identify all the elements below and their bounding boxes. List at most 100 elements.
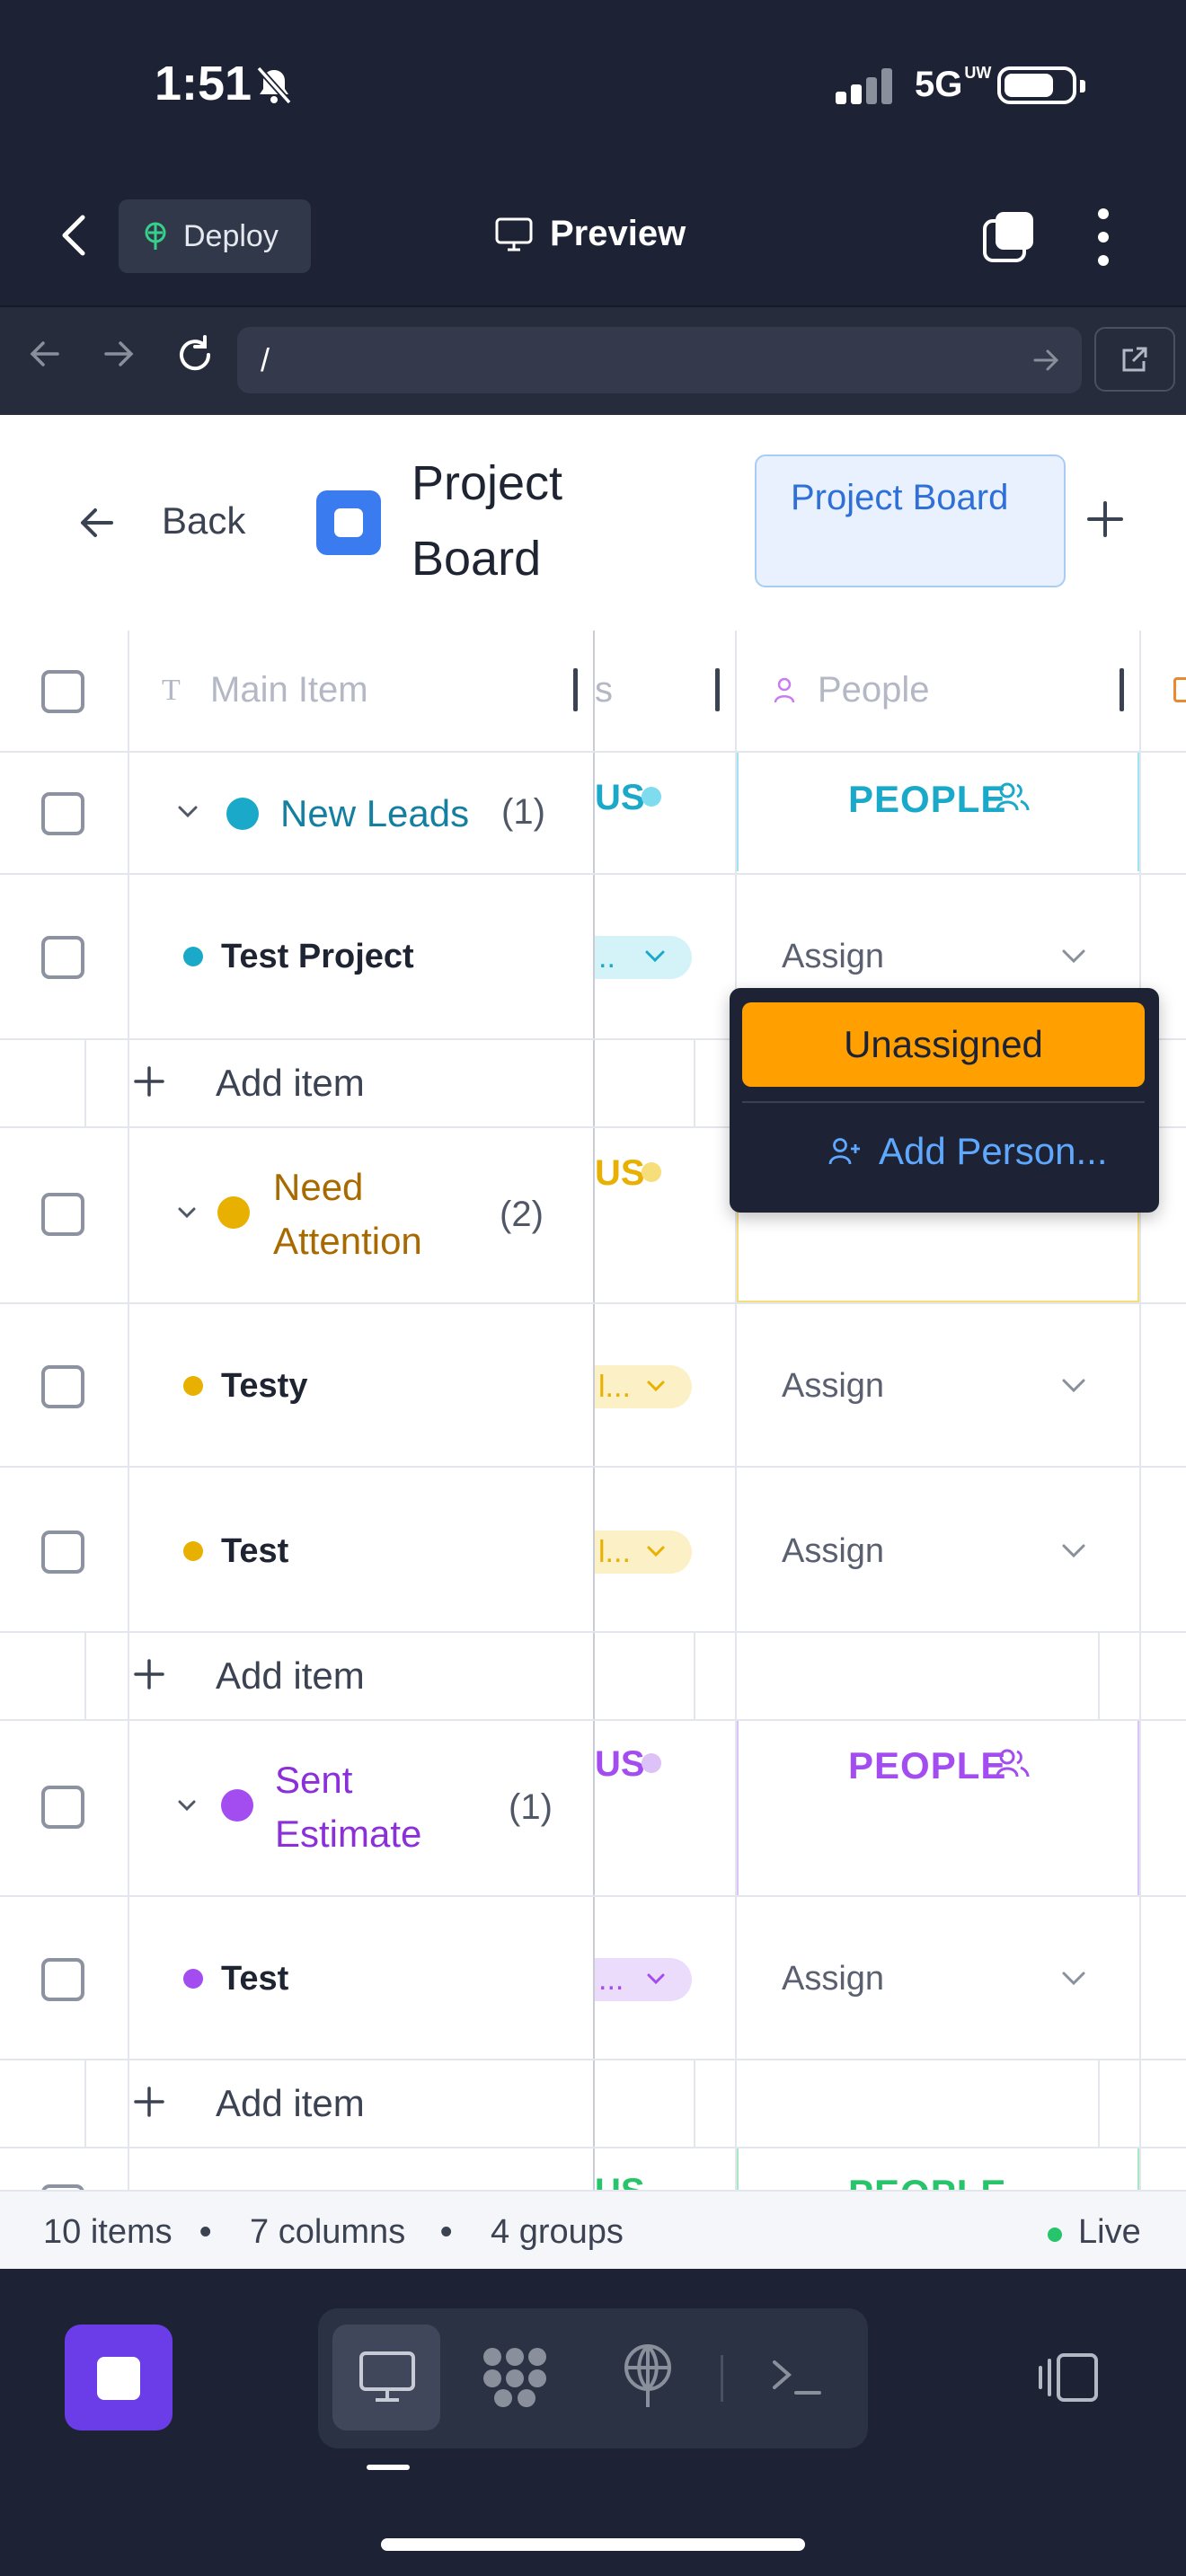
plus-icon[interactable] — [133, 1065, 165, 1098]
chevron-down-icon[interactable] — [1060, 1376, 1087, 1396]
groups-count: 4 groups — [491, 2213, 624, 2251]
assign-select[interactable]: Assign — [782, 938, 884, 976]
row-checkbox[interactable] — [41, 1786, 84, 1829]
group-color-dot — [221, 1789, 253, 1822]
plus-icon[interactable] — [133, 2086, 165, 2118]
reload-icon[interactable] — [174, 334, 216, 375]
monitor-icon — [495, 217, 533, 251]
item-name[interactable]: Test — [221, 1532, 288, 1571]
chevron-down-icon[interactable] — [1060, 1541, 1087, 1561]
people-group-header: PEOPLE — [848, 778, 1007, 820]
status-header-peek: US — [595, 778, 645, 817]
group-name[interactable]: Sent Estimate — [275, 1753, 446, 1861]
add-item-button[interactable]: Add item — [216, 2082, 365, 2125]
assign-select[interactable]: Assign — [782, 1367, 884, 1406]
deploy-globe-icon[interactable] — [618, 2342, 677, 2411]
assign-select[interactable]: Assign — [782, 1960, 884, 1998]
arrow-back-icon[interactable] — [27, 336, 63, 372]
status-pill[interactable]: .. — [595, 936, 692, 979]
users-icon — [996, 1749, 1030, 1778]
status-pill[interactable]: ... — [595, 1958, 692, 2001]
chevron-down-icon[interactable] — [1060, 947, 1087, 966]
group-name[interactable]: Need Attention — [273, 1160, 426, 1268]
status-header-peek: US — [595, 2172, 645, 2190]
item-dot — [183, 1541, 203, 1561]
column-main-item[interactable]: Main Item — [210, 670, 368, 710]
arrow-forward-icon[interactable] — [101, 336, 137, 372]
date-column-icon — [1173, 677, 1186, 702]
status-pill[interactable]: l... — [595, 1365, 692, 1408]
tabs-icon[interactable] — [981, 208, 1037, 264]
chevron-down-icon[interactable] — [176, 1205, 198, 1222]
status-pill-text: l... — [598, 1370, 631, 1404]
row-checkbox[interactable] — [41, 792, 84, 835]
row-checkbox[interactable] — [41, 936, 84, 979]
row-checkbox[interactable] — [41, 1531, 84, 1574]
items-count: 10 items — [43, 2213, 173, 2251]
row-checkbox[interactable] — [41, 1365, 84, 1408]
indent-spacer — [0, 1633, 84, 1719]
status-pill-text: ... — [598, 1963, 624, 1997]
deploy-button[interactable]: Deploy — [119, 199, 311, 273]
columns-count: 7 columns — [250, 2213, 406, 2251]
assign-select[interactable]: Assign — [782, 1532, 884, 1571]
plus-icon[interactable] — [1085, 499, 1125, 539]
more-menu-icon[interactable] — [1098, 208, 1112, 266]
person-icon — [774, 677, 795, 703]
terminal-icon[interactable] — [769, 2353, 825, 2400]
add-person-option[interactable]: Add Person... — [828, 1130, 1107, 1173]
indent-spacer — [0, 2060, 84, 2147]
item-name[interactable]: Test Project — [221, 938, 414, 976]
chevron-down-icon[interactable] — [176, 803, 199, 821]
plus-icon[interactable] — [133, 1658, 165, 1690]
preview-title: Preview — [494, 214, 686, 254]
group-name[interactable]: New Leads — [280, 787, 469, 841]
arrow-left-icon[interactable] — [77, 505, 115, 541]
go-arrow-icon[interactable] — [1031, 345, 1062, 375]
back-button[interactable]: Back — [162, 499, 245, 543]
chevron-down-icon — [647, 1546, 665, 1557]
column-status-peek[interactable]: s — [595, 670, 613, 710]
url-input[interactable]: / — [237, 327, 1082, 393]
text-type-icon: T — [162, 674, 181, 707]
status-dot — [642, 1162, 661, 1182]
status-header-peek: US — [595, 1744, 645, 1784]
item-name[interactable]: Test — [221, 1960, 288, 1998]
chevron-down-icon[interactable] — [1060, 1969, 1087, 1989]
unassigned-option[interactable]: Unassigned — [742, 1002, 1145, 1087]
column-people[interactable]: People — [818, 670, 930, 710]
home-indicator[interactable] — [381, 2538, 805, 2551]
stop-button[interactable] — [65, 2325, 173, 2430]
deploy-icon — [145, 222, 166, 250]
group-count: (1) — [501, 792, 545, 832]
open-external-button[interactable] — [1094, 327, 1175, 392]
item-name[interactable]: Testy — [221, 1367, 307, 1406]
chevron-down-icon — [645, 950, 665, 963]
column-resize-handle[interactable] — [715, 668, 720, 711]
desktop-icon — [359, 2351, 415, 2402]
chevron-left-icon[interactable] — [56, 214, 92, 257]
panel-toggle-icon[interactable] — [1035, 2350, 1102, 2405]
indent-spacer — [0, 1040, 84, 1126]
row-checkbox[interactable] — [41, 1958, 84, 2001]
status-pill[interactable]: l... — [595, 1531, 692, 1574]
add-item-button[interactable]: Add item — [216, 1654, 365, 1698]
status-time: 1:51 — [155, 57, 252, 110]
row-checkbox[interactable] — [41, 1193, 84, 1236]
users-icon — [996, 782, 1030, 811]
add-item-button[interactable]: Add item — [216, 1062, 365, 1105]
user-plus-icon — [828, 1138, 860, 1165]
network-label: 5G UW — [915, 64, 992, 104]
battery-icon — [997, 66, 1085, 104]
chevron-down-icon[interactable] — [176, 1798, 198, 1814]
project-board-chip[interactable]: Project Board — [755, 454, 1066, 587]
integrations-icon[interactable] — [480, 2342, 550, 2411]
signal-icon — [836, 66, 893, 104]
column-resize-handle[interactable] — [1120, 668, 1124, 711]
select-all-checkbox[interactable] — [41, 670, 84, 713]
column-resize-handle[interactable] — [573, 668, 578, 711]
people-group-header: PEOPLE — [848, 2172, 1006, 2190]
live-status-dot — [1048, 2228, 1062, 2242]
separator-dot: • — [440, 2213, 453, 2251]
group-count: (2) — [500, 1195, 544, 1234]
